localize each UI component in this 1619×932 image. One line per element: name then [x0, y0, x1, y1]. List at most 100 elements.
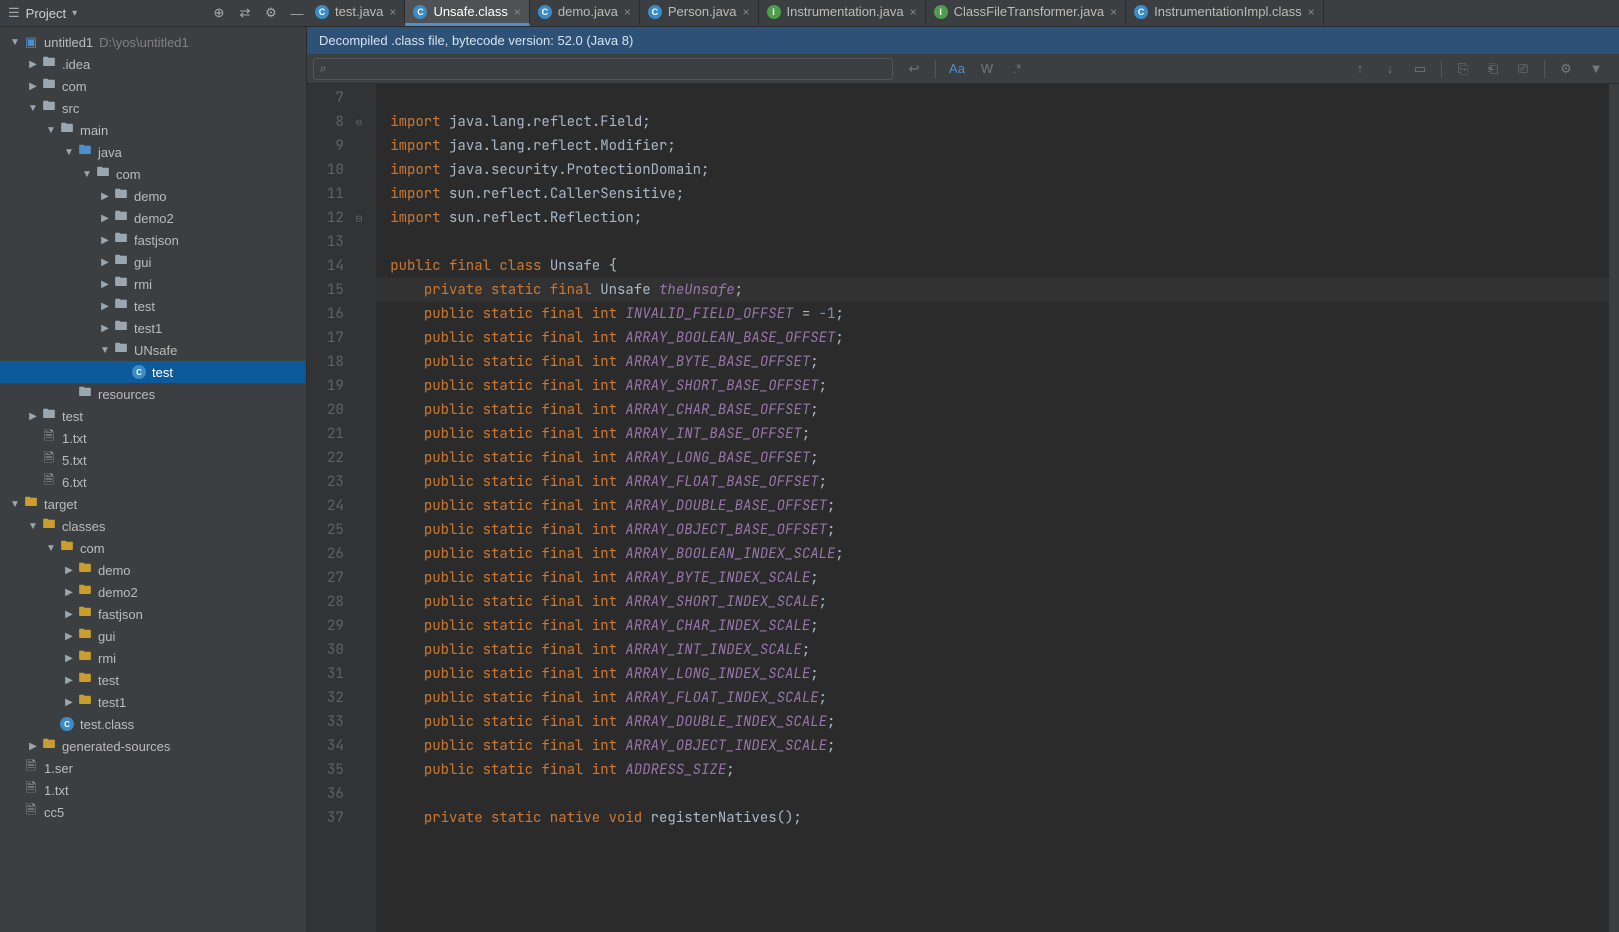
code-line[interactable]: public static final int ARRAY_BYTE_INDEX… — [376, 566, 1619, 590]
tab-person-java[interactable]: CPerson.java× — [640, 0, 759, 26]
code-line[interactable]: public static final int ARRAY_DOUBLE_IND… — [376, 710, 1619, 734]
line-number[interactable]: 15 — [327, 278, 364, 302]
scroll-marker[interactable] — [1609, 84, 1619, 932]
code-line[interactable]: public static final int ARRAY_BOOLEAN_IN… — [376, 542, 1619, 566]
code-line[interactable]: import java.lang.reflect.Field; — [376, 110, 1619, 134]
close-icon[interactable]: × — [1110, 5, 1117, 19]
expand-arrow-icon[interactable]: ▼ — [8, 499, 22, 510]
line-number[interactable]: 22 — [327, 446, 364, 470]
project-tree[interactable]: ▼▣untitled1D:\yos\untitled1▶🖿.idea▶🖿com▼… — [0, 27, 307, 932]
expand-arrow-icon[interactable]: ▶ — [62, 565, 76, 576]
line-number[interactable]: 11 — [327, 182, 364, 206]
tree-item-gui[interactable]: ▶🖿gui — [0, 625, 306, 647]
code-line[interactable]: public static final int ARRAY_FLOAT_BASE… — [376, 470, 1619, 494]
code-line[interactable]: public static final int ARRAY_LONG_BASE_… — [376, 446, 1619, 470]
close-icon[interactable]: × — [389, 5, 396, 19]
line-number[interactable]: 12 ⊟ — [327, 206, 364, 230]
code-line[interactable]: import java.security.ProtectionDomain; — [376, 158, 1619, 182]
tab-unsafe-class[interactable]: CUnsafe.class× — [405, 0, 529, 26]
line-number[interactable]: 7 — [327, 86, 364, 110]
expand-arrow-icon[interactable]: ▶ — [98, 213, 112, 224]
tree-item-test[interactable]: Ctest — [0, 361, 306, 383]
expand-arrow-icon[interactable]: ▶ — [62, 631, 76, 642]
filter-icon[interactable]: ▼ — [1587, 61, 1605, 76]
tree-item-generated-sources[interactable]: ▶🖿generated-sources — [0, 735, 306, 757]
prev-occurrence-icon[interactable]: ↩ — [905, 61, 923, 77]
line-number[interactable]: 28 — [327, 590, 364, 614]
tree-item-resources[interactable]: 🖿resources — [0, 383, 306, 405]
tree-item-1-ser[interactable]: 🗎1.ser — [0, 757, 306, 779]
tree-item-test[interactable]: ▶🖿test — [0, 405, 306, 427]
expand-arrow-icon[interactable]: ▶ — [62, 675, 76, 686]
code-line[interactable]: public static final int ARRAY_BOOLEAN_BA… — [376, 326, 1619, 350]
expand-arrow-icon[interactable]: ▼ — [98, 345, 112, 356]
line-number[interactable]: 23 — [327, 470, 364, 494]
expand-arrow-icon[interactable]: ▶ — [26, 411, 40, 422]
line-number[interactable]: 14 — [327, 254, 364, 278]
find-input[interactable] — [333, 62, 886, 76]
add-selection-icon[interactable]: ⎘ — [1454, 61, 1472, 77]
line-number[interactable]: 36 — [327, 782, 364, 806]
tree-item-gui[interactable]: ▶🖿gui — [0, 251, 306, 273]
tree-item-main[interactable]: ▼🖿main — [0, 119, 306, 141]
expand-arrow-icon[interactable]: ▶ — [98, 235, 112, 246]
tree-item-test[interactable]: ▶🖿test — [0, 669, 306, 691]
tree-item-src[interactable]: ▼🖿src — [0, 97, 306, 119]
word-icon[interactable]: W — [978, 61, 996, 76]
expand-arrow-icon[interactable]: ▼ — [44, 543, 58, 554]
code-line[interactable]: public static final int ARRAY_BYTE_BASE_… — [376, 350, 1619, 374]
tree-item-6-txt[interactable]: 🗎6.txt — [0, 471, 306, 493]
tree-item-com[interactable]: ▶🖿com — [0, 75, 306, 97]
settings-icon[interactable]: ⚙ — [261, 5, 281, 21]
code-line[interactable] — [376, 86, 1619, 110]
expand-arrow-icon[interactable]: ▼ — [44, 125, 58, 136]
tree-item-com[interactable]: ▼🖿com — [0, 537, 306, 559]
select-icon[interactable]: ▭ — [1411, 61, 1429, 77]
tree-item-unsafe[interactable]: ▼🖿UNsafe — [0, 339, 306, 361]
code-line[interactable]: public static final int ARRAY_CHAR_INDEX… — [376, 614, 1619, 638]
code-line[interactable]: public static final int INVALID_FIELD_OF… — [376, 302, 1619, 326]
project-dropdown-icon[interactable]: ▾ — [72, 8, 77, 19]
find-settings-icon[interactable]: ⚙ — [1557, 61, 1575, 77]
line-number[interactable]: 30 — [327, 638, 364, 662]
code-line[interactable]: private static native void registerNativ… — [376, 806, 1619, 830]
line-number[interactable]: 20 — [327, 398, 364, 422]
expand-arrow-icon[interactable]: ▶ — [98, 279, 112, 290]
code-line[interactable]: public static final int ARRAY_INT_BASE_O… — [376, 422, 1619, 446]
line-number[interactable]: 19 — [327, 374, 364, 398]
expand-arrow-icon[interactable]: ▶ — [62, 587, 76, 598]
tree-item-demo[interactable]: ▶🖿demo — [0, 185, 306, 207]
code-line[interactable]: public static final int ARRAY_OBJECT_BAS… — [376, 518, 1619, 542]
tree-item-com[interactable]: ▼🖿com — [0, 163, 306, 185]
tree-item-target[interactable]: ▼🖿target — [0, 493, 306, 515]
line-number[interactable]: 17 — [327, 326, 364, 350]
code-line[interactable]: public static final int ARRAY_SHORT_BASE… — [376, 374, 1619, 398]
tab-instrumentationimpl-class[interactable]: CInstrumentationImpl.class× — [1126, 0, 1323, 26]
tree-item-rmi[interactable]: ▶🖿rmi — [0, 273, 306, 295]
line-number[interactable]: 13 — [327, 230, 364, 254]
up-arrow-icon[interactable]: ↑ — [1351, 61, 1369, 76]
expand-arrow-icon[interactable]: ▼ — [26, 103, 40, 114]
line-number[interactable]: 8 ⊖ — [327, 110, 364, 134]
line-number[interactable]: 29 — [327, 614, 364, 638]
code-line[interactable]: import java.lang.reflect.Modifier; — [376, 134, 1619, 158]
select-all-icon[interactable]: ⎗ — [1484, 61, 1502, 77]
code-line[interactable]: public static final int ARRAY_LONG_INDEX… — [376, 662, 1619, 686]
expand-arrow-icon[interactable]: ▶ — [26, 59, 40, 70]
code-line[interactable]: import sun.reflect.CallerSensitive; — [376, 182, 1619, 206]
regex-icon[interactable]: .* — [1008, 61, 1026, 76]
tree-item-test[interactable]: ▶🖿test — [0, 295, 306, 317]
tree-item-1-txt[interactable]: 🗎1.txt — [0, 779, 306, 801]
code-content[interactable]: import java.lang.reflect.Field;import ja… — [376, 84, 1619, 932]
expand-arrow-icon[interactable]: ▶ — [62, 653, 76, 664]
tree-item-5-txt[interactable]: 🗎5.txt — [0, 449, 306, 471]
tree-item-demo[interactable]: ▶🖿demo — [0, 559, 306, 581]
gutter[interactable]: 7 8 ⊖9 10 11 12 ⊟13 14 15 16 17 18 19 20… — [307, 84, 376, 932]
expand-arrow-icon[interactable]: ▼ — [26, 521, 40, 532]
expand-arrow-icon[interactable]: ▼ — [80, 169, 94, 180]
code-line[interactable]: public static final int ARRAY_OBJECT_IND… — [376, 734, 1619, 758]
line-number[interactable]: 16 — [327, 302, 364, 326]
code-line[interactable]: public static final int ADDRESS_SIZE; — [376, 758, 1619, 782]
close-icon[interactable]: × — [514, 5, 521, 19]
code-line[interactable]: import sun.reflect.Reflection; — [376, 206, 1619, 230]
